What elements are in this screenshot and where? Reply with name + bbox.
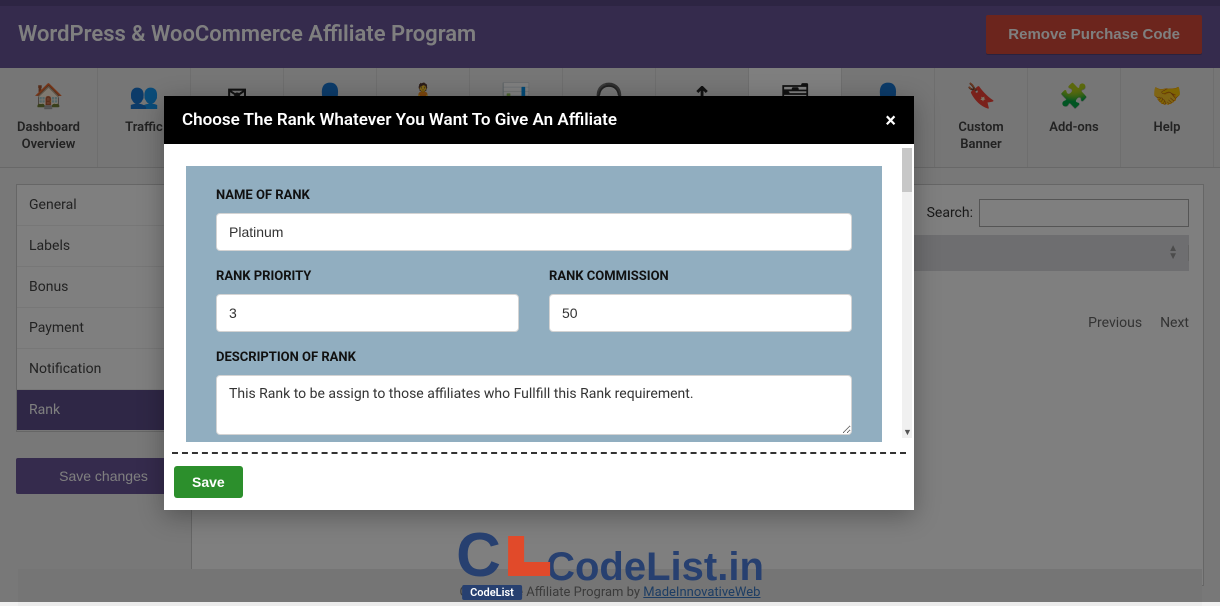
modal-scrollbar[interactable]: ▲ ▼ <box>902 148 912 438</box>
modal-save-button[interactable]: Save <box>174 466 243 498</box>
label-rank-name: NAME OF RANK <box>216 188 852 203</box>
scroll-thumb[interactable] <box>902 148 912 192</box>
label-rank-description: DESCRIPTION OF RANK <box>216 350 852 365</box>
input-rank-name[interactable] <box>216 213 852 251</box>
input-rank-priority[interactable] <box>216 294 519 332</box>
input-rank-commission[interactable] <box>549 294 852 332</box>
input-rank-description[interactable] <box>216 375 852 435</box>
modal-footer: Save <box>164 466 914 510</box>
scroll-down-icon[interactable]: ▼ <box>903 427 912 438</box>
modal-body-wrap: NAME OF RANK RANK PRIORITY RANK COMMISSI… <box>164 144 914 442</box>
modal-body: NAME OF RANK RANK PRIORITY RANK COMMISSI… <box>164 144 904 442</box>
label-rank-commission: RANK COMMISSION <box>549 269 852 284</box>
label-rank-priority: RANK PRIORITY <box>216 269 519 284</box>
modal-close-icon[interactable]: × <box>885 110 896 130</box>
rank-modal: Choose The Rank Whatever You Want To Giv… <box>164 96 914 510</box>
modal-separator <box>172 452 906 454</box>
modal-header: Choose The Rank Whatever You Want To Giv… <box>164 96 914 144</box>
modal-title: Choose The Rank Whatever You Want To Giv… <box>182 110 617 130</box>
rank-form: NAME OF RANK RANK PRIORITY RANK COMMISSI… <box>186 166 882 442</box>
